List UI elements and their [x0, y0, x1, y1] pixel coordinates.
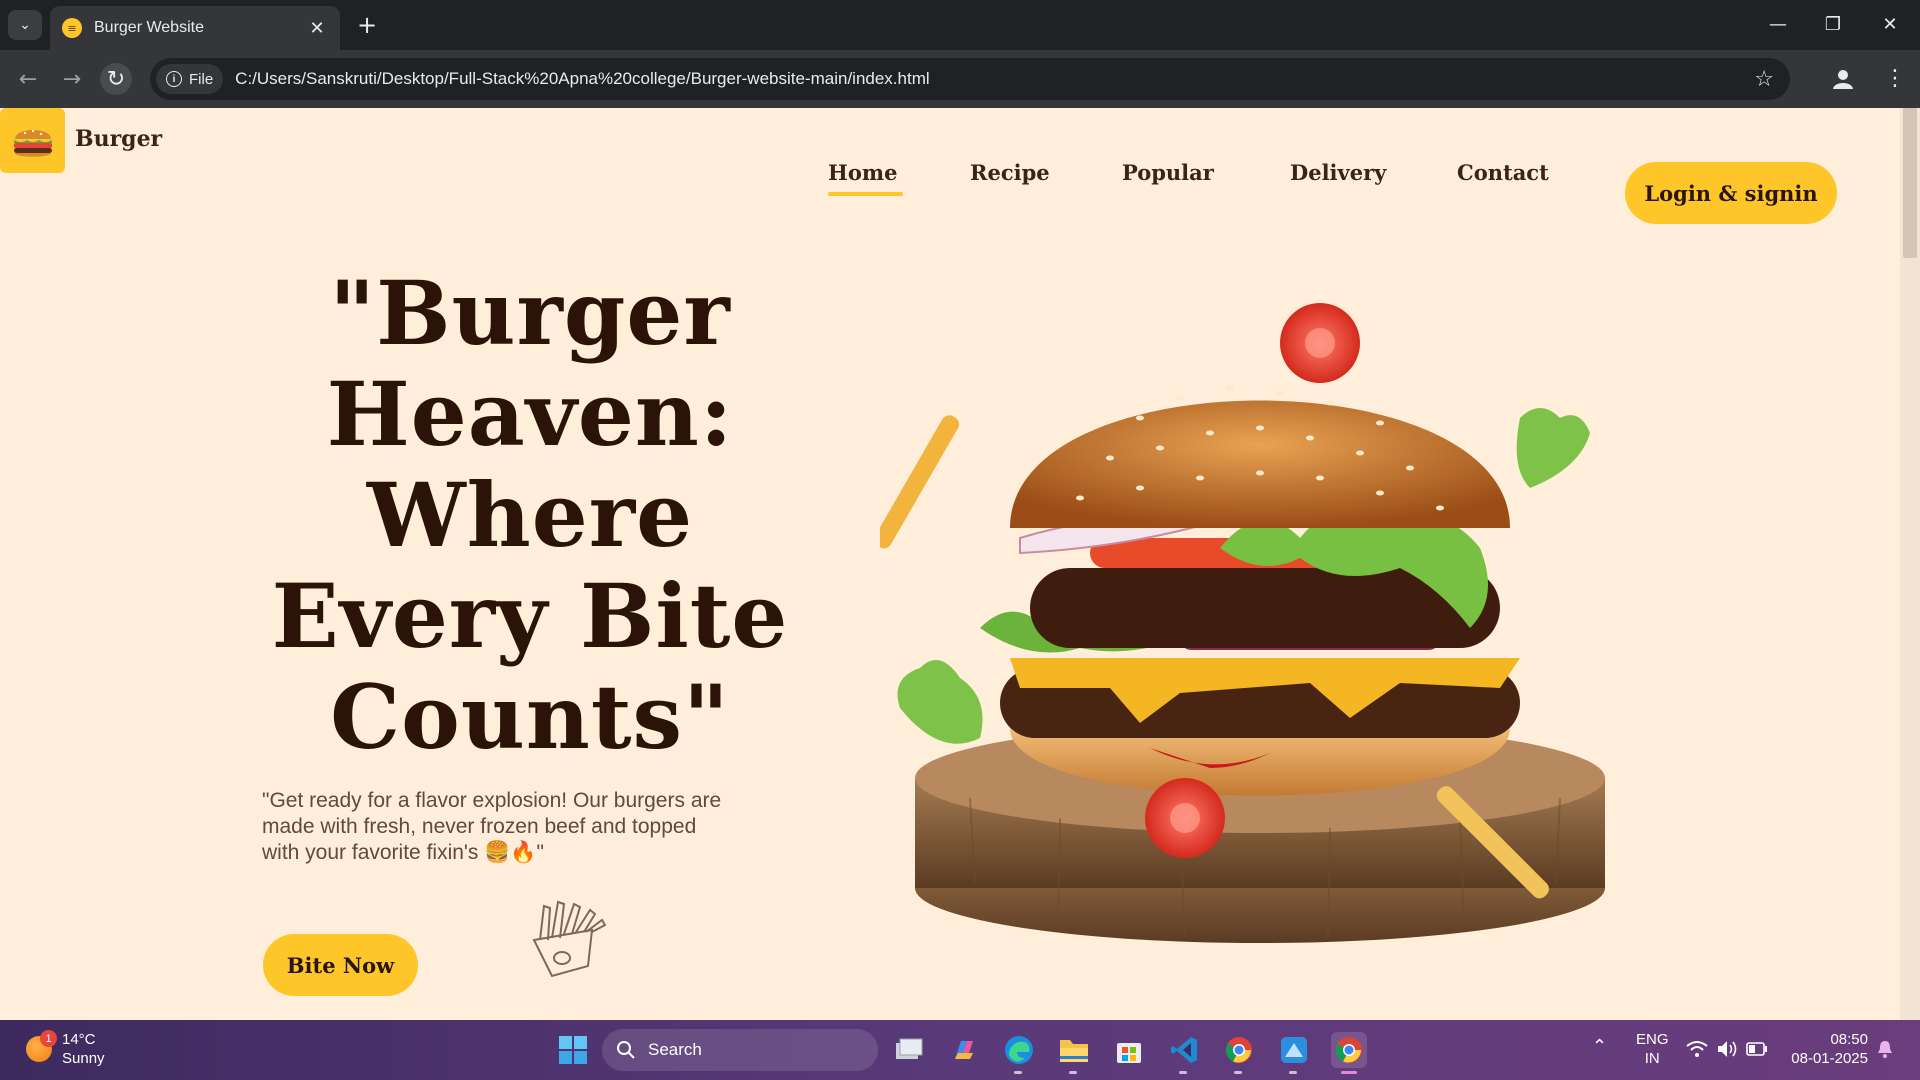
tab-search-button[interactable]: ⌄: [8, 10, 42, 40]
microsoft-store-icon[interactable]: [1111, 1032, 1147, 1068]
language-code: ENG: [1636, 1031, 1669, 1048]
vscode-icon[interactable]: [1166, 1032, 1202, 1068]
copilot-icon[interactable]: [946, 1032, 982, 1068]
more-menu-icon[interactable]: ⋮: [1884, 64, 1906, 94]
nav-link-delivery[interactable]: Delivery: [1290, 160, 1386, 185]
wifi-icon[interactable]: [1686, 1040, 1708, 1058]
weather-temperature: 14°C: [62, 1031, 96, 1048]
windows-start-icon[interactable]: [558, 1035, 588, 1065]
reload-icon[interactable]: ↻: [100, 63, 132, 95]
chrome-active-icon[interactable]: [1331, 1032, 1367, 1068]
new-tab-button[interactable]: +: [352, 10, 382, 40]
browser-tab[interactable]: ≡ Burger Website ✕: [50, 6, 340, 50]
file-explorer-icon[interactable]: [1056, 1032, 1092, 1068]
show-hidden-icons-chevron-icon[interactable]: ⌃: [1592, 1036, 1607, 1057]
search-icon: [617, 1041, 635, 1059]
hero-burger-image: [880, 303, 1605, 943]
bite-now-button[interactable]: Bite Now: [263, 934, 418, 996]
weather-badge: 1: [40, 1030, 57, 1047]
sun-icon: 1: [26, 1030, 57, 1062]
search-label: Search: [648, 1040, 702, 1059]
browser-toolbar: ← → ↻ i File C:/Users/Sanskruti/Desktop/…: [0, 50, 1920, 108]
nav-link-home[interactable]: Home: [828, 160, 897, 185]
tab-title: Burger Website: [94, 19, 204, 36]
edge-icon[interactable]: [1001, 1032, 1037, 1068]
login-signin-button[interactable]: Login & signin: [1625, 162, 1837, 224]
fries-doodle-icon: [532, 900, 606, 978]
brand-name[interactable]: Burger: [75, 126, 162, 152]
info-icon: i: [166, 71, 182, 87]
active-nav-underline: [828, 192, 903, 196]
weather-description: Sunny: [62, 1050, 105, 1067]
chrome-running-indicator: [1234, 1071, 1242, 1074]
minimize-icon[interactable]: —: [1758, 8, 1798, 40]
scrollbar-thumb[interactable]: [1903, 108, 1917, 258]
url-text[interactable]: C:/Users/Sanskruti/Desktop/Full-Stack%20…: [235, 69, 1754, 89]
taskbar-search-box[interactable]: Search: [602, 1029, 878, 1071]
webpage: Burger Home Recipe Popular Delivery Cont…: [0, 108, 1900, 1020]
weather-widget[interactable]: 1 14°C Sunny: [26, 1030, 105, 1068]
site-chip-label: File: [189, 70, 214, 88]
battery-icon[interactable]: [1746, 1042, 1768, 1056]
clock-date: 08-01-2025: [1791, 1050, 1868, 1067]
close-tab-icon[interactable]: ✕: [306, 18, 328, 39]
back-icon[interactable]: ←: [12, 63, 44, 95]
edge-running-indicator: [1014, 1071, 1022, 1074]
forward-icon[interactable]: →: [56, 63, 88, 95]
language-indicator[interactable]: ENG IN: [1636, 1030, 1669, 1068]
region-code: IN: [1644, 1050, 1660, 1067]
app-running-indicator: [1289, 1071, 1297, 1074]
page-scrollbar[interactable]: [1900, 108, 1920, 1020]
close-window-icon[interactable]: ✕: [1870, 8, 1910, 40]
clock[interactable]: 08:50 08-01-2025: [1786, 1030, 1868, 1068]
chrome-icon[interactable]: [1221, 1032, 1257, 1068]
site-info-chip[interactable]: i File: [156, 64, 224, 94]
profile-icon[interactable]: [1830, 66, 1856, 92]
hero-headline: "Burger Heaven: Where Every Bite Counts": [271, 261, 789, 769]
windows-taskbar: 1 14°C Sunny Search ⌃ ENG IN 08:50 08-01…: [0, 1020, 1920, 1080]
explorer-running-indicator: [1069, 1071, 1077, 1074]
chrome-active-indicator: [1341, 1071, 1357, 1074]
clock-time: 08:50: [1830, 1031, 1868, 1048]
browser-tabbar: ⌄ ≡ Burger Website ✕ + — ❐ ✕: [0, 0, 1920, 50]
volume-icon[interactable]: [1716, 1039, 1738, 1059]
task-view-icon[interactable]: [891, 1032, 927, 1068]
hero-subtext: "Get ready for a flavor explosion! Our b…: [262, 789, 722, 864]
notification-bell-icon[interactable]: [1876, 1039, 1894, 1059]
nav-link-contact[interactable]: Contact: [1457, 160, 1549, 185]
nav-link-popular[interactable]: Popular: [1122, 160, 1214, 185]
bookmark-star-icon[interactable]: ☆: [1754, 67, 1774, 92]
restore-icon[interactable]: ❐: [1813, 8, 1853, 40]
address-bar[interactable]: i File C:/Users/Sanskruti/Desktop/Full-S…: [150, 58, 1790, 100]
vscode-running-indicator: [1179, 1071, 1187, 1074]
nav-link-recipe[interactable]: Recipe: [970, 160, 1050, 185]
burger-favicon-icon: ≡: [62, 18, 82, 38]
app-icon[interactable]: [1276, 1032, 1312, 1068]
burger-logo-icon[interactable]: [0, 108, 65, 173]
